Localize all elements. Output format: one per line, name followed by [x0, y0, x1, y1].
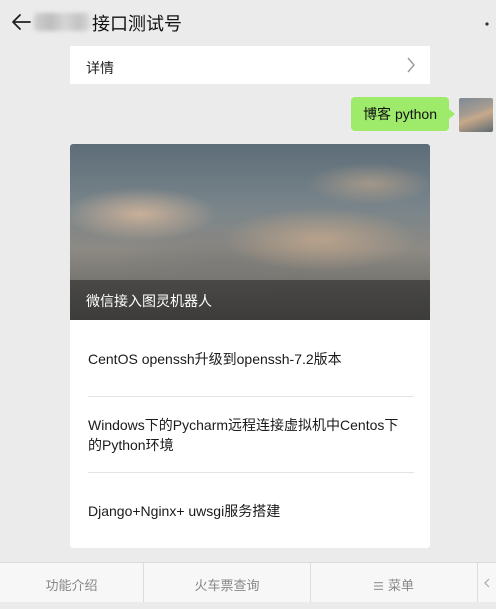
menu-label: 功能介绍: [45, 578, 98, 593]
chevron-right-icon: [407, 57, 415, 73]
news-card: 微信接入图灵机器人 CentOS openssh升级到openssh-7.2版本…: [70, 144, 430, 548]
more-dots-icon[interactable]: [480, 6, 492, 26]
cover-title: 微信接入图灵机器人: [86, 293, 212, 309]
menu-label: 火车票查询: [194, 578, 260, 593]
article-title-line1: Windows下的Pycharm远程连接虚拟机中Centos下: [88, 417, 399, 433]
article-divider: [88, 472, 414, 473]
article-item[interactable]: CentOS openssh升级到openssh-7.2版本: [88, 349, 414, 369]
menu-train-ticket[interactable]: 火车票查询: [144, 563, 310, 602]
article-divider: [88, 396, 414, 397]
cover-caption: 微信接入图灵机器人: [70, 280, 430, 320]
detail-link[interactable]: 详情: [70, 46, 430, 84]
sent-message-bubble: 博客 python: [351, 97, 455, 131]
article-title: CentOS openssh升级到openssh-7.2版本: [88, 351, 342, 367]
cover-article[interactable]: 微信接入图灵机器人: [70, 144, 430, 320]
chat-header: 接口测试号: [0, 0, 496, 44]
bottom-menu-bar: 功能介绍 火车票查询 菜单: [0, 562, 496, 602]
article-item[interactable]: Django+Nginx+ uwsgi服务搭建: [88, 501, 414, 521]
detail-label: 详情: [86, 60, 114, 76]
article-item[interactable]: Windows下的Pycharm远程连接虚拟机中Centos下 的Python环…: [88, 415, 414, 455]
menu-function-intro[interactable]: 功能介绍: [0, 563, 143, 602]
list-icon: [373, 582, 383, 590]
blurred-account-name: [34, 13, 90, 31]
menu-label: 菜单: [387, 578, 414, 593]
keyboard-toggle-icon[interactable]: [478, 563, 496, 602]
article-title: Django+Nginx+ uwsgi服务搭建: [88, 503, 281, 519]
back-arrow-icon[interactable]: [10, 11, 32, 33]
menu-main[interactable]: 菜单: [311, 563, 477, 602]
chat-title: 接口测试号: [92, 14, 182, 34]
article-title-line2: 的Python环境: [88, 437, 174, 453]
user-avatar[interactable]: [459, 98, 493, 132]
